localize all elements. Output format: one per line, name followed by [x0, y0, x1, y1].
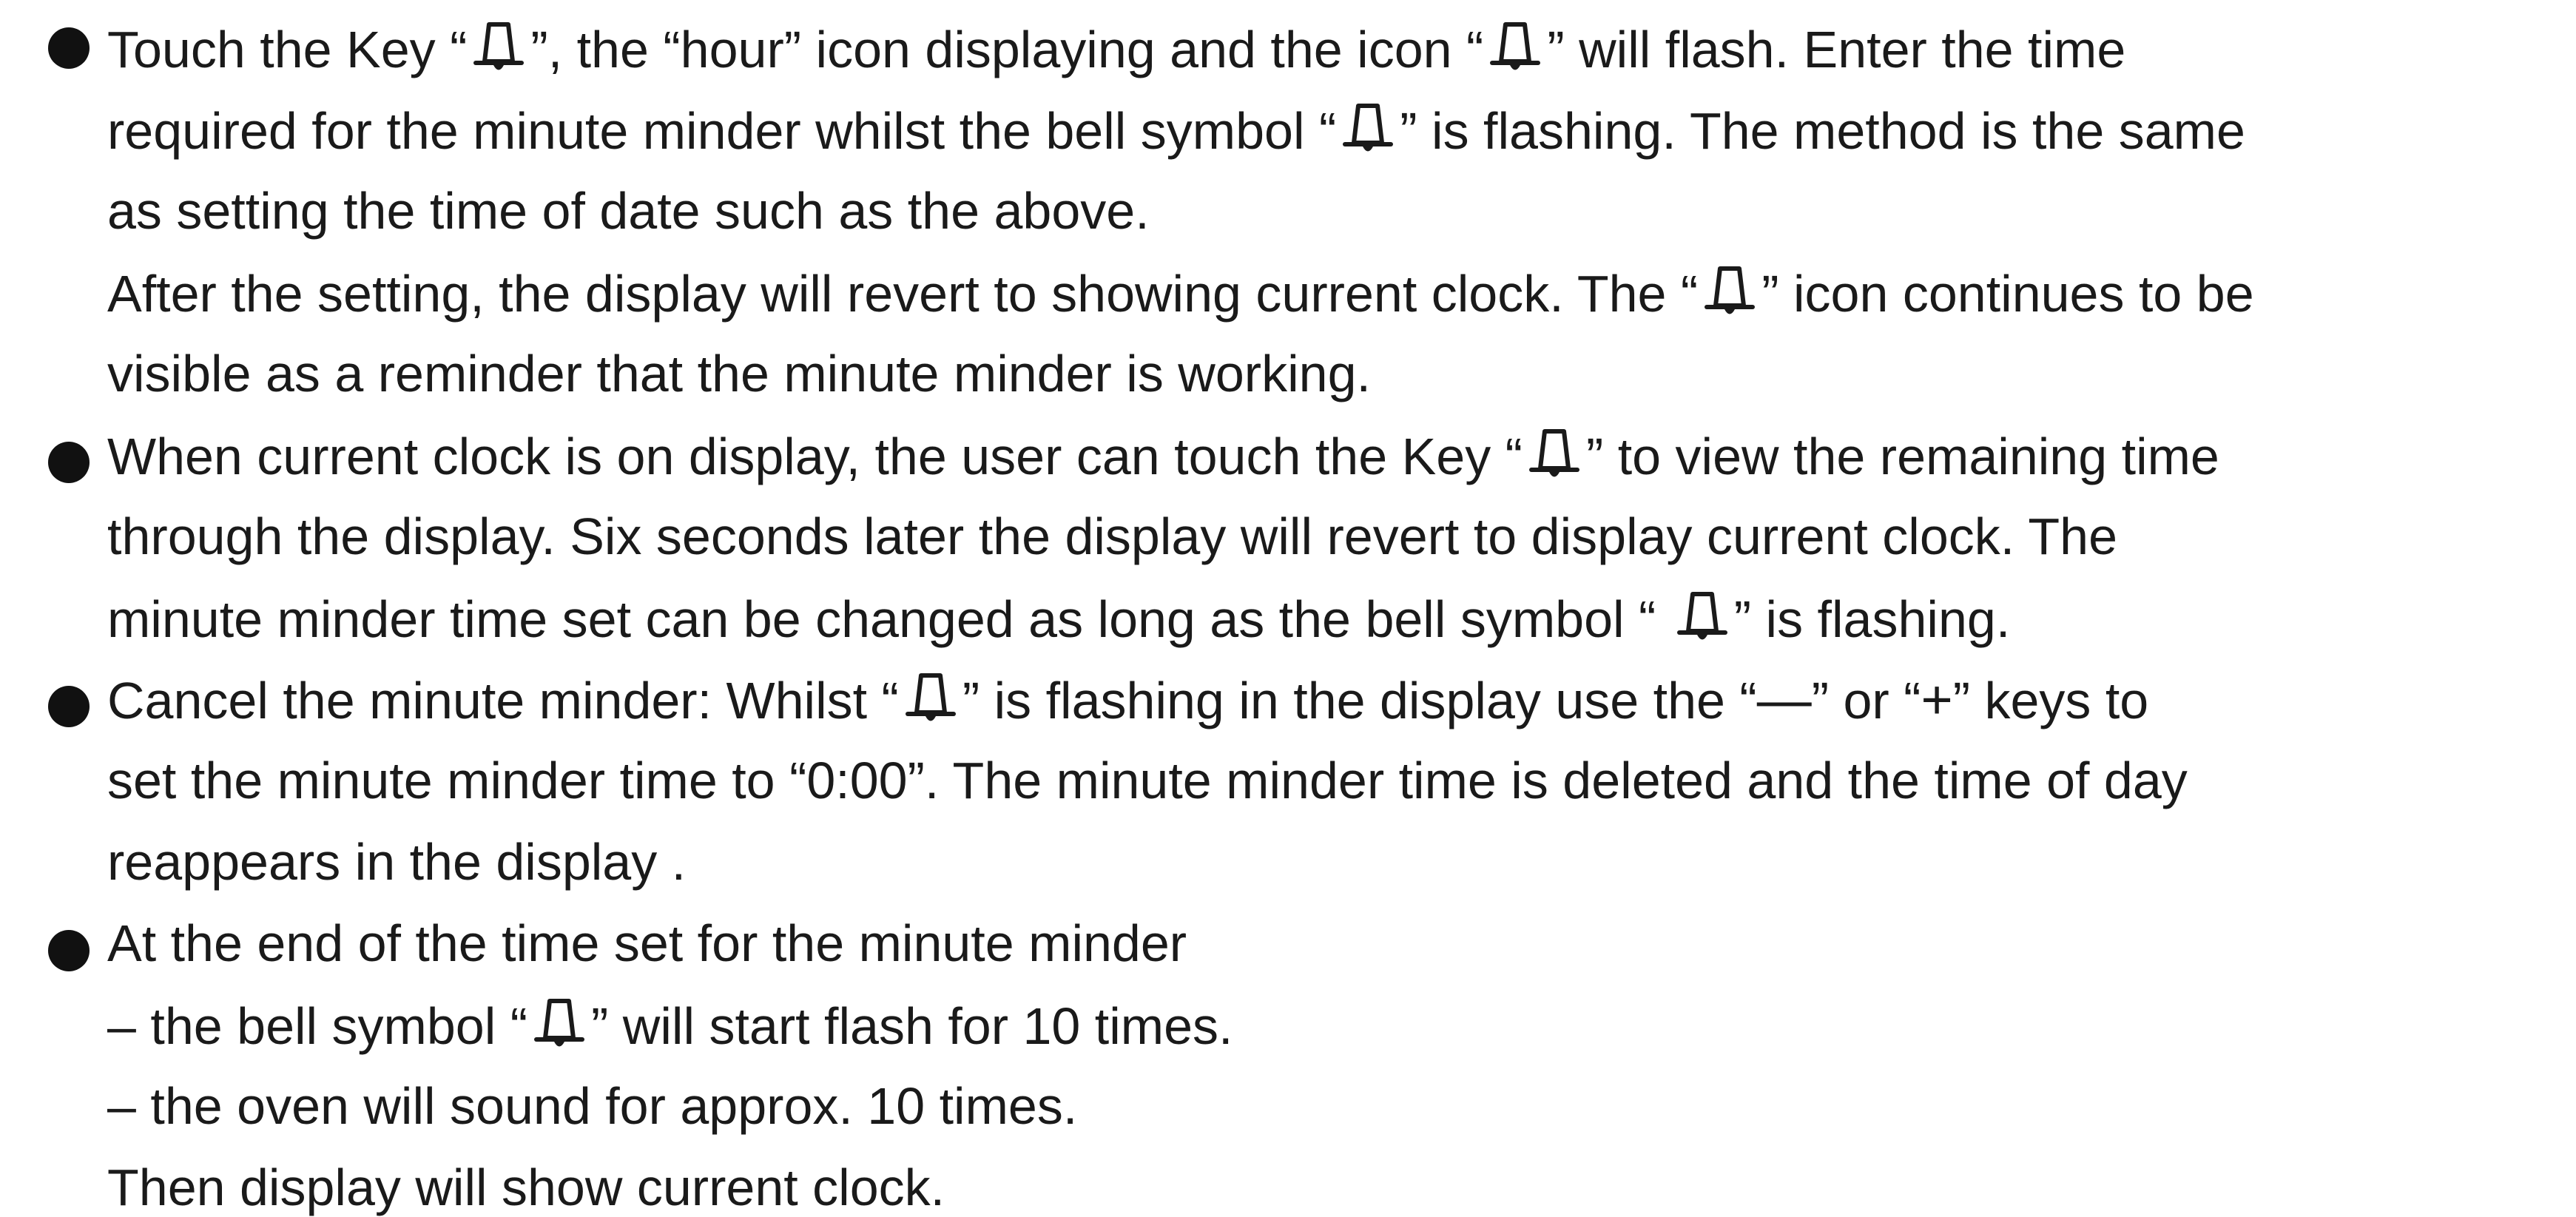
text-line: Cancel the minute minder: Whilst “” is f… — [107, 669, 2149, 730]
bullet-dot — [48, 930, 90, 971]
text-line: When current clock is on display, the us… — [107, 425, 2219, 485]
text-line: required for the minute minder whilst th… — [107, 100, 2245, 160]
bell-icon — [1523, 425, 1586, 485]
text-line: After the setting, the display will reve… — [107, 263, 2254, 323]
text-line: Touch the Key “”, the “hour” icon displa… — [107, 18, 2125, 78]
bell-icon — [1698, 263, 1761, 322]
bullet-dot — [48, 686, 90, 727]
plus-key-symbol: + — [1921, 669, 1953, 730]
instruction-page: Touch the Key “”, the “hour” icon displa… — [0, 0, 2576, 1216]
text-line: visible as a reminder that the minute mi… — [107, 345, 1371, 402]
bell-icon — [1670, 588, 1734, 647]
bullet-dot — [48, 442, 90, 483]
text-line: – the oven will sound for approx. 10 tim… — [107, 1077, 1078, 1135]
text-line: through the display. Six seconds later t… — [107, 508, 2118, 565]
text-line: Then display will show current clock. — [107, 1159, 945, 1216]
text-line: set the minute minder time to “0:00”. Th… — [107, 752, 2188, 809]
bullet-dot — [48, 27, 90, 69]
text-line: reappears in the display . — [107, 833, 687, 891]
text-line: – the bell symbol “” will start flash fo… — [107, 995, 1233, 1055]
text-line: as setting the time of date such as the … — [107, 182, 1150, 240]
bell-icon — [1483, 18, 1547, 78]
text-line: At the end of the time set for the minut… — [107, 914, 1187, 972]
bell-icon — [1336, 100, 1400, 159]
text-line: minute minder time set can be changed as… — [107, 588, 2010, 648]
bell-icon — [467, 18, 530, 78]
minus-key-symbol: — — [1756, 669, 1812, 730]
bell-icon — [899, 670, 962, 729]
bell-icon — [527, 995, 591, 1054]
